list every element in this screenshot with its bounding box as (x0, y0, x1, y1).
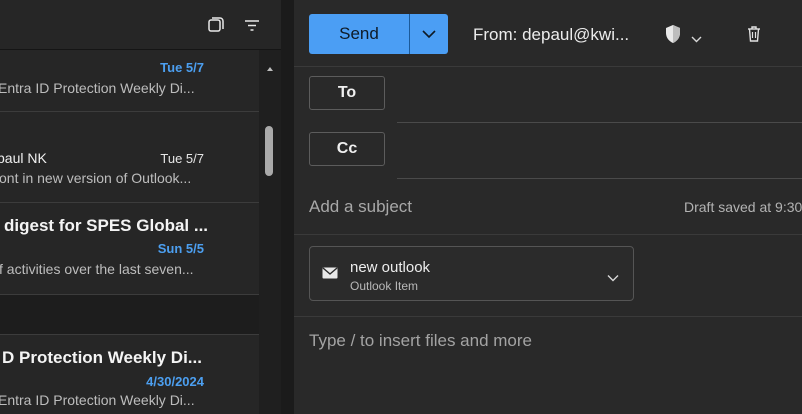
cc-field[interactable] (397, 129, 802, 169)
message-preview: Entra ID Protection Weekly Di... (0, 392, 195, 408)
message-body-input[interactable]: Type / to insert files and more (309, 331, 532, 351)
subject-input[interactable]: Add a subject (309, 197, 412, 217)
select-messages-icon[interactable] (207, 16, 225, 34)
message-date: Sun 5/5 (157, 241, 204, 256)
message-date: Tue 5/7 (160, 60, 204, 75)
list-item[interactable]: paul NK Tue 5/7 ont in new version of Ou… (0, 112, 259, 203)
send-options-button[interactable] (409, 14, 448, 54)
scroll-thumb[interactable] (265, 126, 273, 176)
attachment-type: Outlook Item (350, 279, 419, 293)
chevron-down-icon (422, 30, 436, 39)
subject-row: Add a subject Draft saved at 9:30 (294, 180, 802, 235)
message-list-toolbar (0, 0, 281, 50)
chevron-down-icon[interactable] (607, 269, 619, 282)
to-row: To (294, 67, 802, 123)
shield-icon[interactable] (664, 24, 682, 44)
mail-icon (322, 266, 338, 279)
cc-button[interactable]: Cc (309, 132, 385, 166)
message-date: Tue 5/7 (160, 151, 204, 166)
outlook-window: Tue 5/7 Entra ID Protection Weekly Di...… (0, 0, 802, 414)
trash-icon[interactable] (744, 24, 764, 44)
message-subject: D Protection Weekly Di... (2, 348, 202, 367)
to-field[interactable] (397, 73, 802, 113)
from-account-selector[interactable]: From: depaul@kwi... (473, 25, 629, 45)
send-button[interactable]: Send (309, 14, 409, 54)
chevron-down-icon[interactable] (691, 30, 702, 43)
list-group-separator (0, 295, 259, 335)
to-button[interactable]: To (309, 76, 385, 110)
list-item[interactable]: D Protection Weekly Di... 4/30/2024 Entr… (0, 335, 259, 414)
message-preview: ont in new version of Outlook... (0, 170, 192, 186)
message-date: 4/30/2024 (146, 374, 204, 389)
message-list: Tue 5/7 Entra ID Protection Weekly Di...… (0, 50, 259, 414)
message-list-pane: Tue 5/7 Entra ID Protection Weekly Di...… (0, 0, 281, 414)
compose-pane: Send From: depaul@kwi... To Cc Add a sub… (294, 0, 802, 414)
draft-status: Draft saved at 9:30 (684, 199, 802, 215)
scroll-up-arrow-icon[interactable] (265, 60, 275, 71)
message-list-scrollbar[interactable] (259, 50, 281, 414)
list-item[interactable]: digest for SPES Global ... Sun 5/5 f act… (0, 203, 259, 295)
message-subject: digest for SPES Global ... (4, 216, 209, 235)
list-item[interactable]: Tue 5/7 Entra ID Protection Weekly Di... (0, 50, 259, 112)
divider (397, 178, 802, 179)
attachment-card[interactable]: new outlook Outlook Item (309, 246, 634, 301)
message-sender: paul NK (0, 150, 47, 166)
message-preview: Entra ID Protection Weekly Di... (0, 80, 195, 96)
divider (294, 316, 802, 317)
filter-icon[interactable] (243, 16, 261, 34)
message-preview: f activities over the last seven... (0, 261, 194, 277)
cc-row: Cc (294, 123, 802, 179)
attachment-name: new outlook (350, 259, 431, 276)
compose-toolbar: Send From: depaul@kwi... (294, 0, 802, 67)
